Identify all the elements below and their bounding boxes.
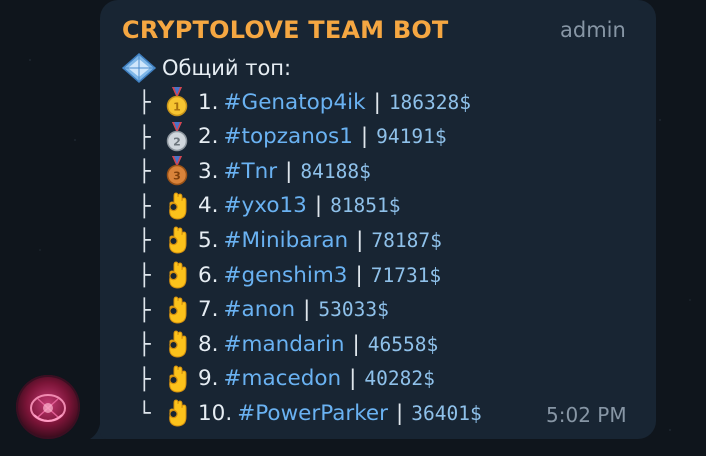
separator: | [360, 124, 369, 150]
leaderboard-row: ├ 7. #anon | 53033$ [138, 293, 389, 327]
rank-number: 5. [198, 227, 219, 253]
rank-number: 1. [198, 89, 219, 115]
svg-text:3: 3 [173, 170, 181, 183]
separator: | [373, 89, 381, 115]
amount-value[interactable]: 36401$ [411, 402, 481, 425]
leaderboard-row: ├ 9. #macedon | 40282$ [138, 362, 435, 396]
hashtag-link[interactable]: #yxo13 [224, 193, 307, 218]
leaderboard-row: ├ 5. #Minibaran | 78187$ [138, 223, 442, 257]
amount-value[interactable]: 94191$ [376, 125, 446, 148]
sender-name[interactable]: CRYPTOLOVE TEAM BOT [122, 16, 449, 44]
amount-value[interactable]: 186328$ [389, 91, 471, 114]
tree-branch: └ [138, 401, 151, 426]
separator: | [396, 400, 404, 426]
tree-branch: ├ [138, 332, 151, 357]
rank-number: 7. [198, 297, 219, 323]
leaderboard-row: ├ 2 2. #topzanos1 | 94191$ [138, 120, 447, 154]
svg-text:2: 2 [173, 135, 181, 148]
separator: | [314, 193, 323, 219]
amount-value[interactable]: 53033$ [318, 298, 388, 321]
bronze-medal-icon: 3 [164, 156, 190, 186]
hashtag-link[interactable]: #Tnr [224, 159, 278, 184]
hashtag-link[interactable]: #PowerParker [237, 401, 388, 426]
leaderboard-row: ├ 6. #genshim3 | 71731$ [138, 258, 441, 292]
amount-value[interactable]: 81851$ [330, 194, 400, 217]
tree-branch: ├ [138, 297, 151, 322]
message-time: 5:02 PM [546, 403, 627, 427]
hashtag-link[interactable]: #topzanos1 [224, 124, 353, 149]
ok-hand-icon [164, 260, 190, 290]
bot-avatar[interactable] [16, 375, 80, 439]
amount-value[interactable]: 78187$ [371, 229, 441, 252]
leaderboard-row: ├ 3 3. #Tnr | 84188$ [138, 154, 371, 188]
separator: | [352, 331, 360, 357]
rank-number: 2. [198, 124, 219, 150]
ok-hand-icon [164, 295, 190, 325]
header-label: Общий топ: [162, 56, 292, 80]
tree-branch: ├ [138, 193, 151, 218]
amount-value[interactable]: 84188$ [300, 160, 370, 183]
separator: | [356, 227, 364, 253]
ok-hand-icon [164, 225, 190, 255]
separator: | [285, 158, 293, 184]
rank-number: 8. [198, 331, 219, 357]
rank-number: 3. [198, 158, 219, 184]
tree-branch: ├ [138, 366, 151, 391]
separator: | [349, 366, 357, 392]
leaderboard-row: ├ 1 1. #Genatop4ik | 186328$ [138, 85, 471, 119]
separator: | [355, 262, 363, 288]
separator: | [303, 297, 311, 323]
gold-medal-icon: 1 [164, 87, 190, 117]
ok-hand-icon [164, 398, 190, 428]
avatar-emblem-icon [30, 394, 66, 422]
hashtag-link[interactable]: #genshim3 [224, 263, 348, 288]
hashtag-link[interactable]: #mandarin [224, 332, 345, 357]
admin-badge: admin [560, 18, 626, 42]
amount-value[interactable]: 46558$ [368, 333, 438, 356]
svg-text:1: 1 [173, 101, 181, 114]
rank-number: 6. [198, 262, 219, 288]
ok-hand-icon [164, 191, 190, 221]
tree-branch: ├ [138, 90, 151, 114]
tree-branch: ├ [138, 228, 151, 253]
leaderboard-row: └ 10. #PowerParker | 36401$ [138, 396, 482, 430]
rank-number: 9. [198, 366, 219, 392]
rank-number: 4. [198, 193, 219, 219]
leaderboard-row: ├ 8. #mandarin | 46558$ [138, 327, 438, 361]
amount-value[interactable]: 40282$ [364, 367, 434, 390]
tree-branch: ├ [138, 263, 151, 287]
silver-medal-icon: 2 [164, 121, 190, 152]
hashtag-link[interactable]: #macedon [224, 366, 342, 391]
rank-number: 10. [198, 400, 233, 426]
diamond-shape-icon [122, 53, 156, 83]
hashtag-link[interactable]: #Genatop4ik [224, 90, 366, 115]
tree-branch: ├ [138, 159, 151, 184]
leaderboard-header: Общий топ: [122, 53, 291, 83]
ok-hand-icon [164, 329, 190, 359]
hashtag-link[interactable]: #anon [224, 297, 296, 322]
amount-value[interactable]: 71731$ [371, 264, 441, 287]
tree-branch: ├ [138, 124, 151, 149]
leaderboard-row: ├ 4. #yxo13 | 81851$ [138, 189, 401, 223]
hashtag-link[interactable]: #Minibaran [224, 228, 349, 253]
ok-hand-icon [164, 364, 190, 394]
